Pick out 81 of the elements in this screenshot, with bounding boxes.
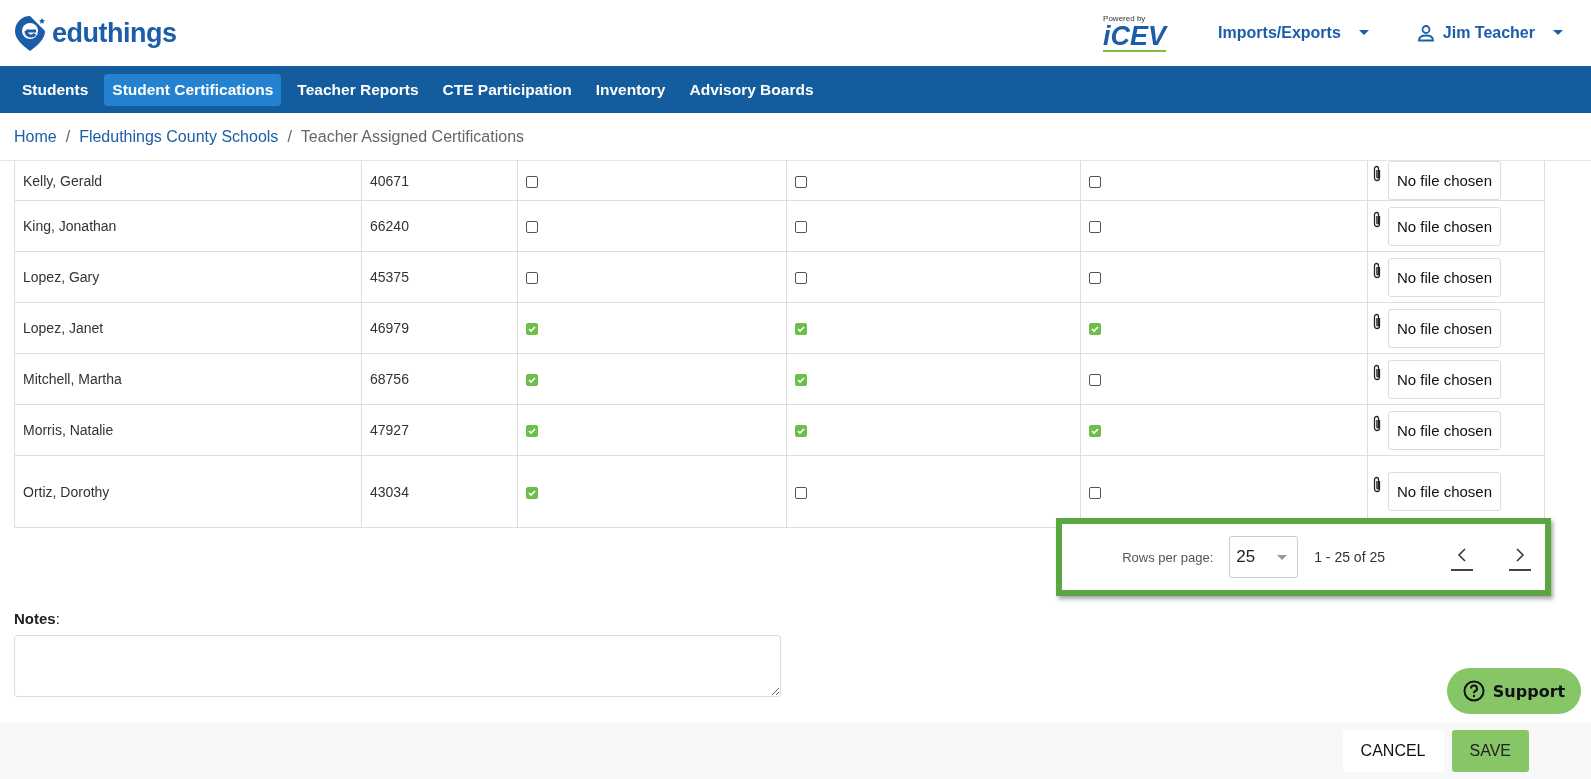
student-name: Lopez, Janet: [23, 320, 104, 336]
checkbox[interactable]: [795, 221, 807, 234]
student-id: 43034: [370, 483, 409, 500]
breadcrumb-link[interactable]: Home: [14, 127, 57, 146]
nav-tab[interactable]: Student Certifications: [104, 73, 282, 106]
partner-logo: iCEV: [1103, 22, 1167, 52]
checkbox[interactable]: [526, 323, 538, 336]
paperclip-icon: [1372, 476, 1382, 494]
checkbox[interactable]: [795, 175, 807, 188]
imports-exports-menu[interactable]: Imports/Exports: [1212, 23, 1375, 43]
student-name: Kelly, Gerald: [23, 172, 103, 189]
nav-tab[interactable]: Inventory: [587, 73, 674, 106]
student-id: 68756: [370, 371, 409, 387]
student-name: King, Jonathan: [23, 218, 117, 234]
nav-tab[interactable]: CTE Participation: [434, 73, 580, 106]
file-chooser-button[interactable]: No file chosen: [1388, 410, 1502, 450]
checkbox[interactable]: [526, 374, 538, 387]
notes-label: Notes:: [14, 610, 60, 627]
user-icon: [1416, 24, 1435, 42]
nav-tab[interactable]: Advisory Boards: [681, 73, 822, 106]
rows-per-page-select[interactable]: 25: [1229, 536, 1299, 578]
checkbox[interactable]: [1089, 425, 1101, 438]
eduthings-logo-icon: [14, 14, 48, 52]
current-page-title: Teacher Assigned Certifications: [300, 127, 525, 146]
chevron-left-icon: [1457, 547, 1467, 562]
checkbox[interactable]: [1089, 323, 1101, 336]
page-range: 1 - 25 of 25: [1314, 549, 1385, 565]
paperclip-icon: [1372, 165, 1382, 183]
checkbox[interactable]: [795, 272, 807, 285]
checkbox[interactable]: [526, 221, 538, 234]
student-name: Morris, Natalie: [23, 422, 114, 438]
caret-icon: [1553, 30, 1563, 36]
student-id: 66240: [370, 218, 409, 234]
checkbox[interactable]: [1089, 175, 1101, 188]
checkbox[interactable]: [1089, 221, 1101, 234]
student-id: 45375: [370, 269, 409, 285]
checkbox[interactable]: [795, 486, 807, 499]
user-menu[interactable]: Jim Teacher: [1410, 23, 1569, 43]
chevron-right-icon: [1515, 547, 1525, 562]
checkbox[interactable]: [795, 374, 807, 387]
file-chooser-button[interactable]: No file chosen: [1388, 257, 1502, 297]
paperclip-icon: [1372, 363, 1382, 382]
paperclip-icon: [1372, 312, 1382, 331]
paperclip-icon: [1372, 261, 1382, 280]
checkbox[interactable]: [526, 486, 538, 499]
checkbox[interactable]: [526, 272, 538, 285]
file-chooser-button[interactable]: No file chosen: [1388, 472, 1502, 511]
notes-field[interactable]: [14, 635, 781, 697]
checkbox[interactable]: [526, 425, 538, 438]
checkbox[interactable]: [795, 323, 807, 336]
save-button[interactable]: SAVE: [1451, 730, 1529, 772]
breadcrumb-separator: /: [65, 127, 71, 146]
checkbox[interactable]: [1089, 486, 1101, 499]
student-id: 46979: [370, 320, 409, 336]
file-chooser-button[interactable]: No file chosen: [1388, 206, 1502, 246]
nav-tab[interactable]: Teacher Reports: [289, 73, 427, 106]
checkbox[interactable]: [795, 425, 807, 438]
student-name: Lopez, Gary: [23, 269, 100, 285]
logo-text: eduthings: [52, 17, 177, 49]
checkbox[interactable]: [1089, 272, 1101, 285]
student-id: 47927: [370, 422, 409, 438]
caret-icon: [1358, 30, 1369, 36]
cancel-button[interactable]: CANCEL: [1342, 730, 1444, 772]
rows-per-page-label: Rows per page:: [1122, 549, 1214, 565]
breadcrumb-separator: /: [287, 127, 292, 146]
file-chooser-button[interactable]: No file chosen: [1388, 359, 1502, 399]
nav-tab[interactable]: Students: [14, 73, 97, 106]
student-name: Mitchell, Martha: [23, 371, 122, 387]
paperclip-icon: [1372, 210, 1382, 229]
file-chooser-button[interactable]: No file chosen: [1388, 161, 1502, 200]
help-icon: [1462, 680, 1485, 702]
caret-icon: [1277, 554, 1288, 560]
checkbox[interactable]: [526, 175, 538, 188]
student-id: 40671: [370, 172, 409, 189]
checkbox[interactable]: [1089, 374, 1101, 387]
breadcrumb-link[interactable]: Fleduthings County Schools: [79, 127, 279, 146]
file-chooser-button[interactable]: No file chosen: [1388, 308, 1502, 348]
support-button[interactable]: Support: [1447, 668, 1581, 714]
powered-by-text: Powered by: [1103, 14, 1147, 23]
student-name: Ortiz, Dorothy: [23, 483, 110, 500]
paperclip-icon: [1372, 414, 1382, 433]
